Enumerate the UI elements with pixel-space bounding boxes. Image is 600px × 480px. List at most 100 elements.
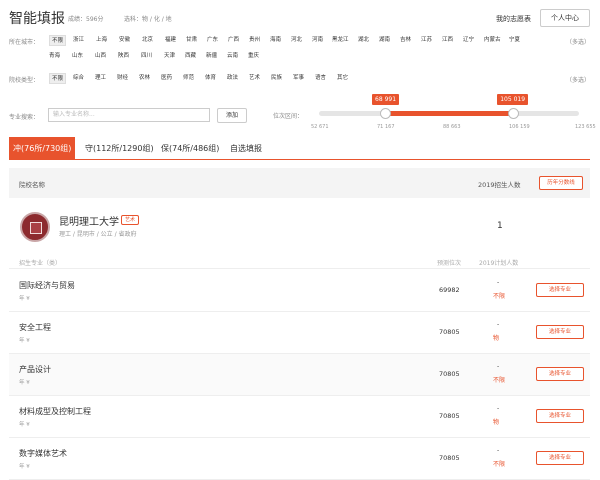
filter-chip[interactable]: 青海 [49,51,60,62]
user-center-button[interactable]: 个人中心 [540,9,590,27]
college-name[interactable]: 昆明理工大学 [59,213,119,228]
filter-chip[interactable]: 山东 [72,51,83,62]
filter-chip[interactable]: 江苏 [421,35,432,46]
rank-low-value: 68 991 [372,94,400,105]
subjects-text: 选科：物 / 化 / 地 [124,16,172,23]
filter-chip[interactable]: 重庆 [248,51,259,62]
filter-chip[interactable]: 军事 [293,73,304,84]
filter-chip[interactable]: 语言 [315,73,326,84]
filter-chip[interactable]: 广东 [207,35,218,46]
filter-chip[interactable]: 贵州 [249,35,260,46]
major-name: 数字媒体艺术 [19,449,67,458]
filter-chip[interactable]: 陕西 [118,51,129,62]
select-major-button[interactable]: 选择专业 [536,367,584,381]
filter-chip[interactable]: 不限 [49,35,67,46]
major-subject-requirement: 不限 [493,461,506,468]
filter-chip[interactable]: 四川 [141,51,152,62]
rank-high-value: 105 019 [497,94,529,105]
major-name: 产品设计 [19,365,51,374]
filter-chip[interactable]: 天津 [164,51,175,62]
rank-range-slider[interactable]: 68 991 105 019 [319,94,579,119]
rank-low-handle[interactable] [380,108,392,119]
major-subject-requirement: 不限 [493,293,506,300]
filter-chip[interactable]: 北京 [142,35,153,46]
filter-chip[interactable]: 辽宁 [463,35,474,46]
strategy-tabs: 冲(76所/730组) 守(112所/1290组) 保(74所/486组) 自选… [9,137,590,160]
major-subject-requirement: 物 [493,335,500,342]
filter-chip[interactable]: 甘肃 [186,35,197,46]
major-table-header: 招生专业（类） 预测位次 2019计划人数 [9,253,590,269]
college-name-column: 院校名称 [19,181,45,189]
score-text: 成绩：596分 [68,16,104,23]
major-plan-count: - [497,447,500,454]
major-name: 安全工程 [19,323,51,332]
filter-chip[interactable]: 体育 [205,73,216,84]
college-enrollment-count: 1 [497,221,503,231]
filter-chip[interactable]: 云南 [227,51,238,62]
tab-bao[interactable]: 保(74所/486组) [161,137,219,160]
wishlist-link[interactable]: 我的志愿表 [496,14,531,24]
major-rank: 70805 [439,412,460,420]
major-rank: 69982 [439,286,460,294]
rank-range-fill [385,111,514,116]
filter-chip[interactable]: 河北 [291,35,302,46]
rank-tick-label: 71 167 [377,124,395,130]
filter-chip[interactable]: 师范 [183,73,194,84]
type-filter-label: 院校类型： [9,77,40,84]
filter-chip[interactable]: 黑龙江 [332,35,349,46]
major-search-input[interactable]: 输入专业名称... [48,108,210,122]
tab-shou[interactable]: 守(112所/1290组) [85,137,154,160]
major-meta: 年 ¥ [19,464,30,470]
rank-high-handle[interactable] [508,108,520,119]
filter-chip[interactable]: 山西 [95,51,106,62]
add-major-button[interactable]: 添加 [217,108,247,123]
filter-chip[interactable]: 福建 [165,35,176,46]
select-major-button[interactable]: 选择专业 [536,451,584,465]
filter-chip[interactable]: 西藏 [185,51,196,62]
filter-chip[interactable]: 新疆 [206,51,217,62]
major-meta: 年 ¥ [19,296,30,302]
filter-chip[interactable]: 吉林 [400,35,411,46]
predicted-rank-column: 预测位次 [437,260,462,267]
rank-tick-label: 106 159 [509,124,530,130]
major-search-label: 专业搜索： [9,114,40,121]
location-multi-hint: （多选） [566,39,591,46]
filter-chip[interactable]: 政法 [227,73,238,84]
major-rank: 70805 [439,328,460,336]
major-row: 国际经济与贸易 年 ¥ 69982 - 不限 选择专业 [9,270,590,312]
rank-tick-label: 52 671 [311,124,329,130]
filter-chip[interactable]: 其它 [337,73,348,84]
major-plan-count: - [497,405,500,412]
history-score-button[interactable]: 历年分数线 [539,176,583,190]
major-row: 材料成型及控制工程 年 ¥ 70805 - 物 选择专业 [9,396,590,438]
filter-chip[interactable]: 安徽 [119,35,130,46]
filter-chip[interactable]: 民族 [271,73,282,84]
filter-chip[interactable]: 广西 [228,35,239,46]
filter-chip[interactable]: 浙江 [73,35,84,46]
major-row: 数字媒体艺术 年 ¥ 70805 - 不限 选择专业 [9,438,590,480]
filter-chip[interactable]: 湖南 [379,35,390,46]
filter-chip[interactable]: 上海 [96,35,107,46]
select-major-button[interactable]: 选择专业 [536,325,584,339]
filter-chip[interactable]: 财经 [117,73,128,84]
tab-chong[interactable]: 冲(76所/730组) [9,137,76,160]
select-major-button[interactable]: 选择专业 [536,283,584,297]
filter-chip[interactable]: 内蒙古 [484,35,501,46]
filter-chip[interactable]: 江西 [442,35,453,46]
filter-chip[interactable]: 农林 [139,73,150,84]
filter-chip[interactable]: 医药 [161,73,172,84]
filter-chip[interactable]: 综合 [73,73,84,84]
filter-chip[interactable]: 理工 [95,73,106,84]
filter-chip[interactable]: 海南 [270,35,281,46]
filter-chip[interactable]: 河南 [312,35,323,46]
major-subject-requirement: 不限 [493,377,506,384]
plan-count-column: 2019计划人数 [479,260,519,267]
filter-chip[interactable]: 湖北 [358,35,369,46]
filter-chip[interactable]: 不限 [49,73,67,84]
tab-custom[interactable]: 自选填报 [230,137,262,160]
filter-chip[interactable]: 宁夏 [509,35,520,46]
select-major-button[interactable]: 选择专业 [536,409,584,423]
filter-chip[interactable]: 艺术 [249,73,260,84]
enrollment-column: 2019招生人数 [478,181,521,189]
rank-tick-label: 123 655 [575,124,596,130]
